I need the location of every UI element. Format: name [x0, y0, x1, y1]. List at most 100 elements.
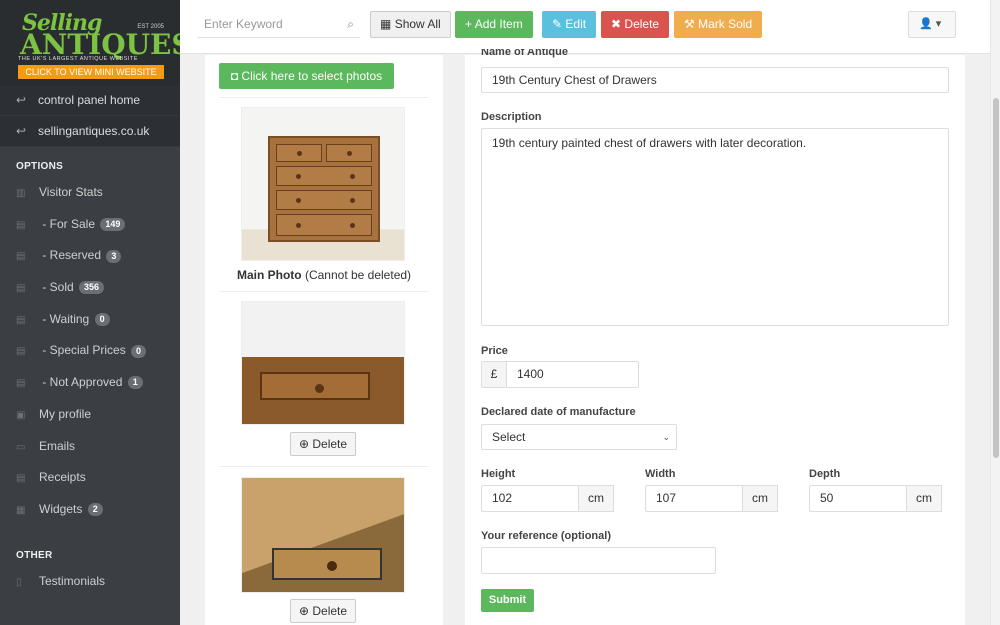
sidebar-item-sold[interactable]: ▤ - Sold 356	[0, 272, 180, 304]
options-heading: OPTIONS	[16, 161, 64, 172]
top-toolbar: Enter Keyword ⌕ ▦ Show All + Add Item ✎ …	[180, 0, 990, 54]
photo-3	[241, 477, 405, 593]
sidebar-item-visitor-stats[interactable]: ▥ Visitor Stats	[0, 177, 180, 209]
sidebar-link-control-panel[interactable]: ↩ control panel home	[0, 85, 180, 116]
drawer-image	[260, 372, 370, 400]
list-icon: ▤	[16, 378, 26, 390]
circle-arrow-icon: ⊕	[298, 437, 310, 451]
add-item-label: Add Item	[474, 17, 523, 31]
list-icon: ▤	[16, 219, 26, 231]
list-icon: ▤	[16, 346, 26, 358]
sidebar-item-waiting[interactable]: ▤ - Waiting 0	[0, 304, 180, 336]
sidebar-item-not-approved[interactable]: ▤ - Not Approved 1	[0, 367, 180, 399]
list-icon: ▤	[16, 314, 26, 326]
other-heading: OTHER	[16, 549, 53, 561]
reference-label: Your reference (optional)	[481, 530, 611, 542]
sidebar-item-special-prices[interactable]: ▤ - Special Prices 0	[0, 335, 180, 367]
search-input[interactable]: Enter Keyword ⌕	[198, 11, 360, 38]
delete-label: Delete	[624, 17, 660, 31]
price-label: Price	[481, 345, 508, 357]
sidebar-item-label: - For Sale	[39, 216, 96, 231]
name-input[interactable]: 19th Century Chest of Drawers	[481, 67, 949, 93]
sidebar: Selling ANTIQUES EST 2005 THE UK'S LARGE…	[0, 0, 180, 625]
list-icon: ▤	[16, 283, 26, 295]
count-badge: 149	[100, 218, 126, 232]
sidebar-item-label: Visitor Stats	[39, 185, 103, 199]
receipt-icon: ▤	[16, 473, 26, 485]
select-photos-label: Click here to select photos	[241, 69, 383, 83]
height-unit: cm	[578, 485, 614, 512]
circle-arrow-icon: ⊕	[298, 604, 310, 618]
edit-label: Edit	[565, 17, 587, 31]
scrollbar-thumb[interactable]	[993, 98, 999, 458]
sidebar-link-label: control panel home	[38, 93, 141, 107]
sidebar-item-reserved[interactable]: ▤ - Reserved 3	[0, 240, 180, 272]
chevron-down-icon: ⌄	[662, 432, 670, 442]
search-placeholder: Enter Keyword	[204, 17, 283, 31]
count-badge: 0	[131, 344, 147, 358]
sidebar-item-emails[interactable]: ▭ Emails	[0, 431, 180, 463]
delete-photo-button[interactable]: ⊕ Delete	[290, 432, 356, 456]
count-badge: 3	[106, 249, 122, 263]
briefcase-icon: ▣	[16, 409, 26, 421]
height-input[interactable]: 102	[481, 485, 579, 512]
user-icon: 👤	[919, 18, 933, 30]
width-unit: cm	[742, 485, 778, 512]
page-scrollbar[interactable]	[990, 0, 1000, 625]
sidebar-item-widgets[interactable]: ▦ Widgets 2	[0, 494, 180, 526]
sidebar-item-my-profile[interactable]: ▣ My profile	[0, 399, 180, 431]
divider	[219, 97, 429, 98]
sidebar-item-label: Testimonials	[39, 573, 106, 588]
sidebar-item-label: - Not Approved	[39, 375, 123, 390]
depth-label: Depth	[809, 468, 841, 480]
sidebar-item-label: Emails	[39, 438, 76, 453]
logo-est: EST 2005	[137, 24, 164, 30]
photo-2	[241, 301, 405, 425]
delete-button[interactable]: ✖ Delete	[601, 11, 670, 38]
grid-icon: ▦	[380, 17, 392, 31]
return-arrow-icon: ↩	[16, 93, 27, 107]
count-badge: 2	[87, 503, 103, 517]
edit-button[interactable]: ✎ Edit	[542, 11, 597, 38]
currency-addon: £	[481, 361, 507, 388]
site-logo[interactable]: Selling ANTIQUES EST 2005 THE UK'S LARGE…	[0, 0, 180, 85]
select-photos-button[interactable]: ◘ Click here to select photos	[219, 63, 394, 89]
price-input[interactable]: 1400	[506, 361, 639, 388]
reference-input[interactable]	[481, 547, 716, 574]
delete-photo-label: Delete	[312, 437, 348, 451]
divider	[219, 466, 429, 467]
sidebar-link-website[interactable]: ↩ sellingantiques.co.uk	[0, 116, 180, 147]
caret-down-icon: ▾	[935, 18, 942, 30]
description-label: Description	[481, 111, 542, 123]
mark-sold-button[interactable]: ⚒ Mark Sold	[674, 11, 763, 38]
sidebar-item-label: Widgets	[39, 501, 83, 516]
delete-photo-button[interactable]: ⊕ Delete	[290, 599, 356, 623]
main-photo-caption: Main Photo (Cannot be deleted)	[205, 268, 443, 282]
sidebar-item-testimonials[interactable]: ▯ Testimonials	[0, 566, 180, 598]
inbox-icon: ▭	[16, 441, 26, 453]
show-all-button[interactable]: ▦ Show All	[370, 11, 451, 38]
return-arrow-icon: ↩	[16, 124, 27, 138]
date-select[interactable]: Select ⌄	[481, 424, 677, 450]
main-photo-label: Main Photo	[236, 268, 302, 282]
sidebar-item-for-sale[interactable]: ▤ - For Sale 149	[0, 209, 180, 241]
mark-sold-label: Mark Sold	[698, 17, 753, 31]
depth-input[interactable]: 50	[809, 485, 907, 512]
sidebar-item-label: - Waiting	[39, 311, 90, 326]
pencil-icon: ✎	[552, 17, 563, 31]
sidebar-item-label: - Special Prices	[39, 343, 126, 358]
submit-button[interactable]: Submit	[481, 589, 534, 612]
depth-unit: cm	[906, 485, 942, 512]
add-item-button[interactable]: + Add Item	[455, 11, 533, 38]
count-badge: 1	[127, 376, 143, 390]
description-textarea[interactable]: 19th century painted chest of drawers wi…	[481, 128, 949, 326]
mini-website-link[interactable]: CLICK TO VIEW MINI WEBSITE	[18, 65, 164, 79]
sidebar-item-receipts[interactable]: ▤ Receipts	[0, 462, 180, 494]
main-photo-note: (Cannot be deleted)	[301, 268, 412, 282]
search-icon[interactable]: ⌕	[347, 11, 354, 38]
width-input[interactable]: 107	[645, 485, 743, 512]
delete-photo-label: Delete	[312, 604, 348, 618]
user-menu-button[interactable]: 👤 ▾	[908, 11, 956, 38]
width-label: Width	[645, 468, 676, 480]
logo-tagline: THE UK'S LARGEST ANTIQUE WEBSITE	[18, 56, 138, 62]
